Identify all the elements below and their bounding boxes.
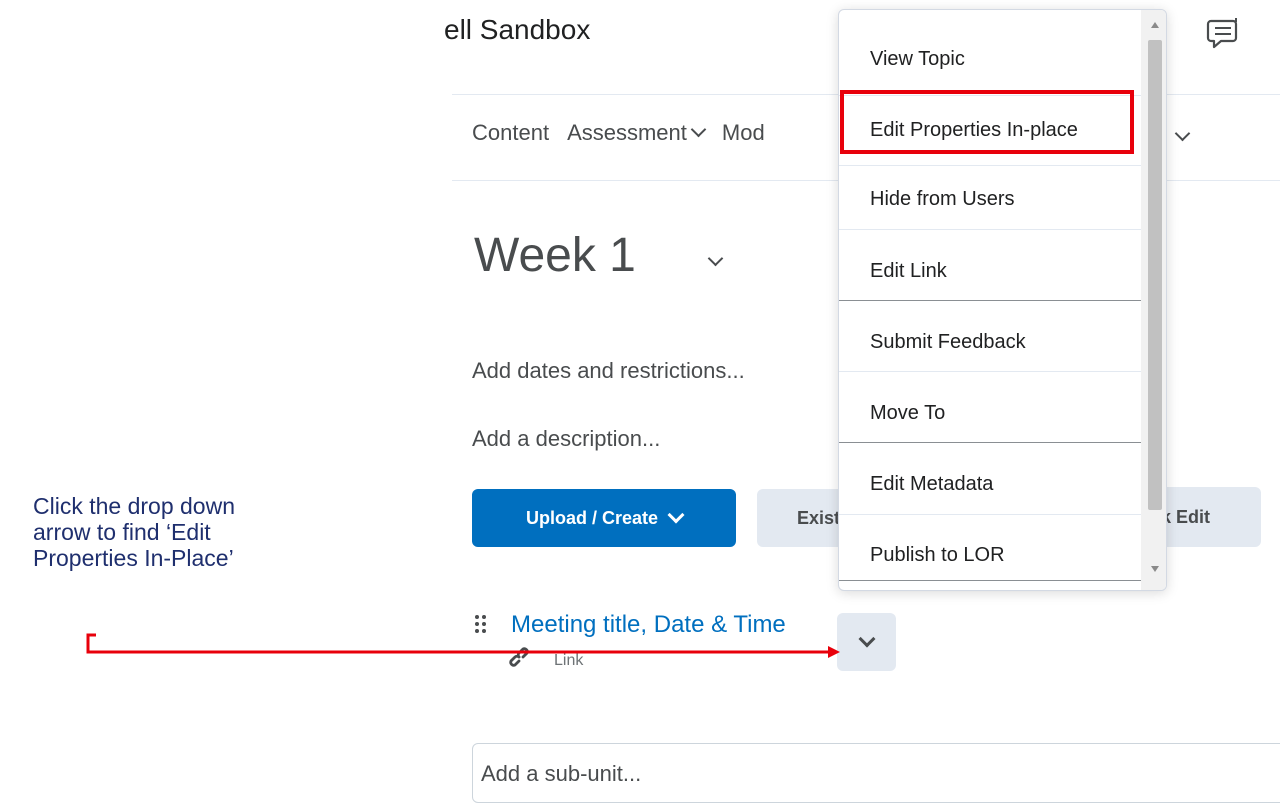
menu-item-label: View Topic — [870, 48, 965, 70]
chevron-down-icon — [667, 506, 685, 524]
chat-bubble-icon[interactable] — [1204, 14, 1244, 54]
menu-item-hide-from-users[interactable]: Hide from Users — [839, 160, 1141, 230]
course-navbar: Content Assessment Mod — [472, 120, 783, 146]
course-title: ell Sandbox — [444, 14, 591, 45]
menu-divider — [839, 514, 1141, 515]
existing-activities-label: Exist — [797, 507, 841, 528]
menu-item-label: Move To — [870, 402, 946, 424]
scrollbar-thumb[interactable] — [1148, 40, 1162, 510]
annotation-arrow — [86, 633, 840, 658]
nav-item-assessment[interactable]: Assessment — [567, 120, 707, 145]
nav-item-modules[interactable]: Mod — [722, 120, 765, 145]
menu-item-edit-link[interactable]: Edit Link — [839, 232, 1141, 302]
upload-create-label: Upload / Create — [525, 507, 659, 528]
highlight-box — [840, 90, 1134, 154]
nav-item-content[interactable]: Content — [472, 120, 549, 145]
annotation-callout: Click the drop down arrow to find ‘Edit … — [33, 493, 235, 571]
unit-title: Week 1 — [474, 229, 636, 282]
add-subunit-placeholder: Add a sub-unit... — [481, 761, 642, 786]
add-dates-link[interactable]: Add dates and restrictions... — [472, 358, 745, 384]
menu-item-label: Edit Link — [870, 260, 947, 282]
scroll-up-arrow-icon[interactable] — [1151, 22, 1159, 28]
nav-item-assessment-label: Assessment — [567, 120, 687, 145]
menu-item-move-to[interactable]: Move To — [839, 374, 1141, 444]
menu-item-label: Hide from Users — [870, 188, 1015, 210]
chevron-down-icon[interactable] — [1174, 125, 1191, 142]
scroll-down-arrow-icon[interactable] — [1151, 566, 1159, 572]
chevron-down-icon — [690, 121, 707, 138]
menu-section-divider — [839, 580, 1141, 581]
menu-item-label: Edit Metadata — [870, 473, 994, 495]
menu-section-divider — [839, 300, 1141, 301]
menu-item-label: Submit Feedback — [870, 331, 1026, 353]
chevron-down-icon — [858, 630, 876, 648]
menu-divider — [839, 229, 1141, 230]
menu-item-label: Publish to LOR — [870, 544, 1005, 566]
existing-activities-button[interactable]: Exist — [757, 489, 847, 547]
menu-section-divider — [839, 442, 1141, 443]
menu-divider — [839, 371, 1141, 372]
menu-item-submit-feedback[interactable]: Submit Feedback — [839, 303, 1141, 373]
menu-scrollbar[interactable] — [1141, 10, 1166, 590]
add-subunit-field[interactable]: Add a sub-unit... — [472, 743, 1280, 803]
menu-item-publish-to-lor[interactable]: Publish to LOR — [839, 516, 1141, 586]
menu-item-edit-metadata[interactable]: Edit Metadata — [839, 445, 1141, 515]
chevron-down-icon[interactable] — [707, 250, 724, 267]
upload-create-button[interactable]: Upload / Create — [472, 489, 736, 547]
menu-item-view-topic[interactable]: View Topic — [839, 20, 1141, 90]
add-description-link[interactable]: Add a description... — [472, 426, 660, 452]
